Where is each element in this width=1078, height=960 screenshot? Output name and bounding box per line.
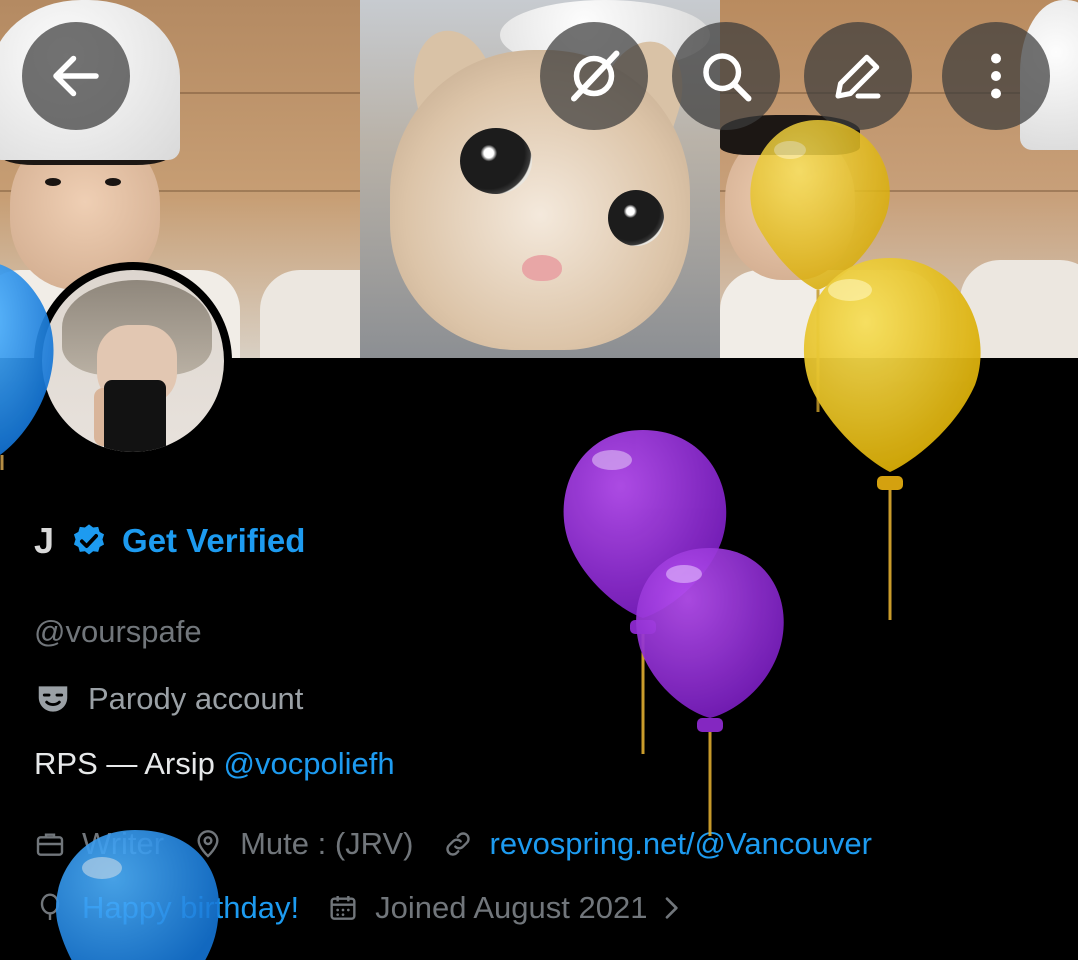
location-pin-icon xyxy=(197,830,219,858)
back-button[interactable] xyxy=(22,22,130,130)
grok-button[interactable] xyxy=(540,22,648,130)
user-handle: @vourspafe xyxy=(34,614,202,649)
theater-mask-icon xyxy=(38,686,68,712)
banner-photo-middle xyxy=(360,0,720,358)
parody-label: Parody account xyxy=(34,680,303,718)
balloon-icon xyxy=(40,893,60,920)
display-name: J xyxy=(34,520,55,561)
website-link[interactable]: revospring.net/@Vancouver xyxy=(490,826,872,862)
grok-icon xyxy=(571,50,620,102)
balloon-purple-2 xyxy=(636,548,784,836)
balloon-purple-1 xyxy=(563,430,727,754)
bio-mention-link[interactable]: @vocpoliefh xyxy=(224,746,395,781)
briefcase-icon xyxy=(36,833,64,856)
joined-item: Joined August 2021 xyxy=(327,890,647,926)
more-vertical-icon xyxy=(991,53,1001,99)
get-verified-link[interactable]: Get Verified xyxy=(122,522,305,560)
calendar-icon xyxy=(330,896,356,920)
website-item[interactable]: revospring.net/@Vancouver xyxy=(442,826,872,862)
chevron-right-icon[interactable] xyxy=(655,892,687,924)
birthday-text: Happy birthday! xyxy=(82,890,300,925)
name-row: J Get Verified xyxy=(34,520,305,562)
edit-button[interactable] xyxy=(804,22,912,130)
job-text: Writer xyxy=(82,826,165,861)
link-icon xyxy=(445,832,470,856)
bio-text: RPS — Arsip xyxy=(34,746,224,781)
birthday-item: Happy birthday! xyxy=(34,890,299,926)
profile-meta-row-2: Happy birthday! Joined August 2021 xyxy=(34,890,703,926)
more-button[interactable] xyxy=(942,22,1050,130)
job-item: Writer xyxy=(34,826,164,862)
pencil-icon xyxy=(835,54,881,99)
verified-badge-icon[interactable] xyxy=(70,522,108,560)
arrow-left-icon xyxy=(53,55,99,97)
location-item: Mute : (JRV) xyxy=(192,826,414,862)
bio: RPS — Arsip @vocpoliefh xyxy=(34,746,395,782)
search-button[interactable] xyxy=(672,22,780,130)
profile-meta-row-1: Writer Mute : (JRV) revospring.net/@Vanc… xyxy=(34,826,900,862)
parody-text: Parody account xyxy=(88,681,304,716)
location-text: Mute : (JRV) xyxy=(240,826,414,861)
joined-text: Joined August 2021 xyxy=(375,890,648,925)
search-icon xyxy=(703,53,752,102)
avatar[interactable] xyxy=(34,262,232,460)
